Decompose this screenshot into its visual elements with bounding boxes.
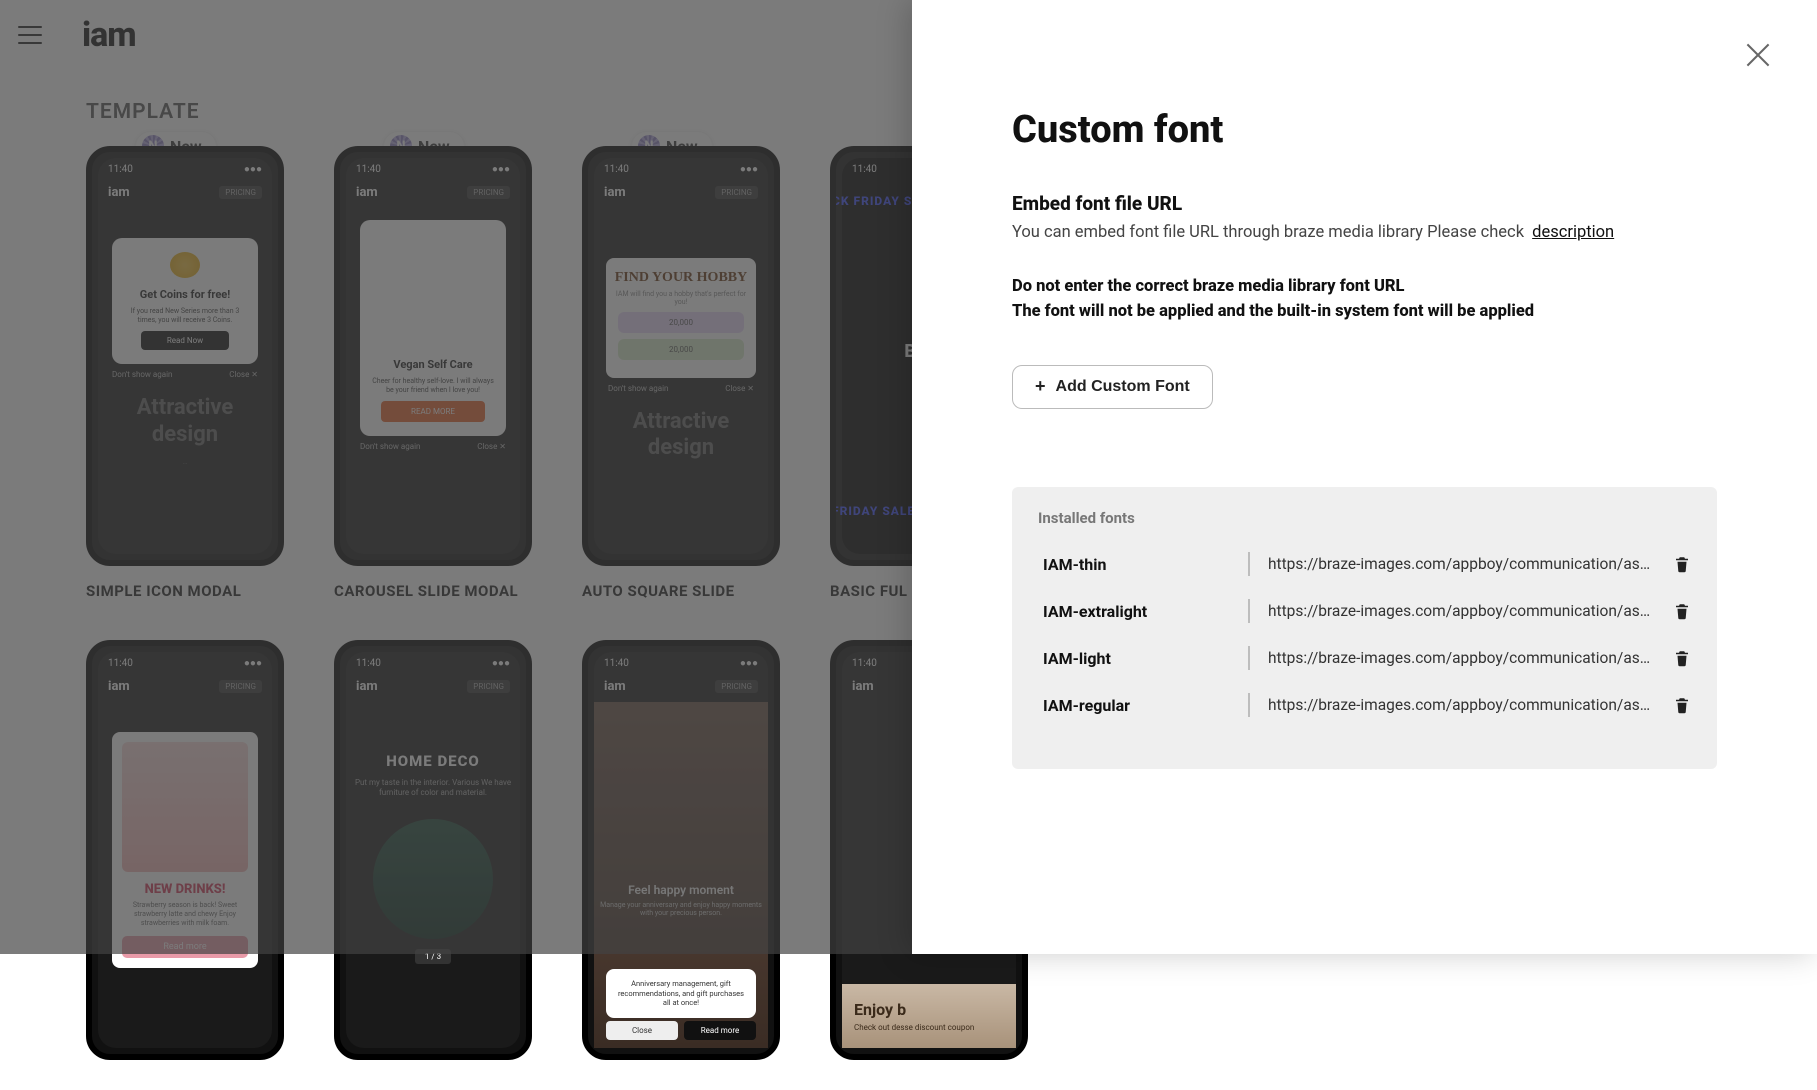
font-name: IAM-thin — [1038, 551, 1248, 578]
description-link[interactable]: description — [1532, 223, 1614, 242]
warning-text: Do not enter the correct braze media lib… — [1012, 274, 1717, 325]
font-name: IAM-light — [1038, 645, 1248, 672]
font-row: IAM-light https://braze-images.com/appbo… — [1012, 635, 1717, 682]
font-url: https://braze-images.com/appboy/communic… — [1268, 555, 1673, 573]
font-name: IAM-regular — [1038, 692, 1248, 719]
add-custom-font-button[interactable]: + Add Custom Font — [1012, 365, 1213, 409]
divider — [1248, 693, 1250, 717]
divider — [1248, 552, 1250, 576]
font-url: https://braze-images.com/appboy/communic… — [1268, 649, 1673, 667]
trash-icon[interactable] — [1673, 648, 1691, 668]
plus-icon: + — [1035, 377, 1046, 395]
font-name: IAM-extralight — [1038, 598, 1248, 625]
trash-icon[interactable] — [1673, 695, 1691, 715]
divider — [1248, 599, 1250, 623]
font-row: IAM-thin https://braze-images.com/appboy… — [1012, 541, 1717, 588]
custom-font-panel: Custom font Embed font file URL You can … — [912, 0, 1817, 954]
installed-fonts-box: Installed fonts IAM-thin https://braze-i… — [1012, 487, 1717, 769]
embed-heading: Embed font file URL — [1012, 192, 1717, 215]
trash-icon[interactable] — [1673, 554, 1691, 574]
font-url: https://braze-images.com/appboy/communic… — [1268, 602, 1673, 620]
font-row: IAM-extralight https://braze-images.com/… — [1012, 588, 1717, 635]
font-url: https://braze-images.com/appboy/communic… — [1268, 696, 1673, 714]
panel-title: Custom font — [1012, 108, 1717, 152]
installed-fonts-heading: Installed fonts — [1012, 509, 1717, 541]
font-row: IAM-regular https://braze-images.com/app… — [1012, 682, 1717, 729]
modal-backdrop-overlay[interactable] — [0, 0, 912, 954]
trash-icon[interactable] — [1673, 601, 1691, 621]
close-icon[interactable] — [1743, 40, 1773, 70]
divider — [1248, 646, 1250, 670]
embed-description: You can embed font file URL through braz… — [1012, 221, 1717, 246]
